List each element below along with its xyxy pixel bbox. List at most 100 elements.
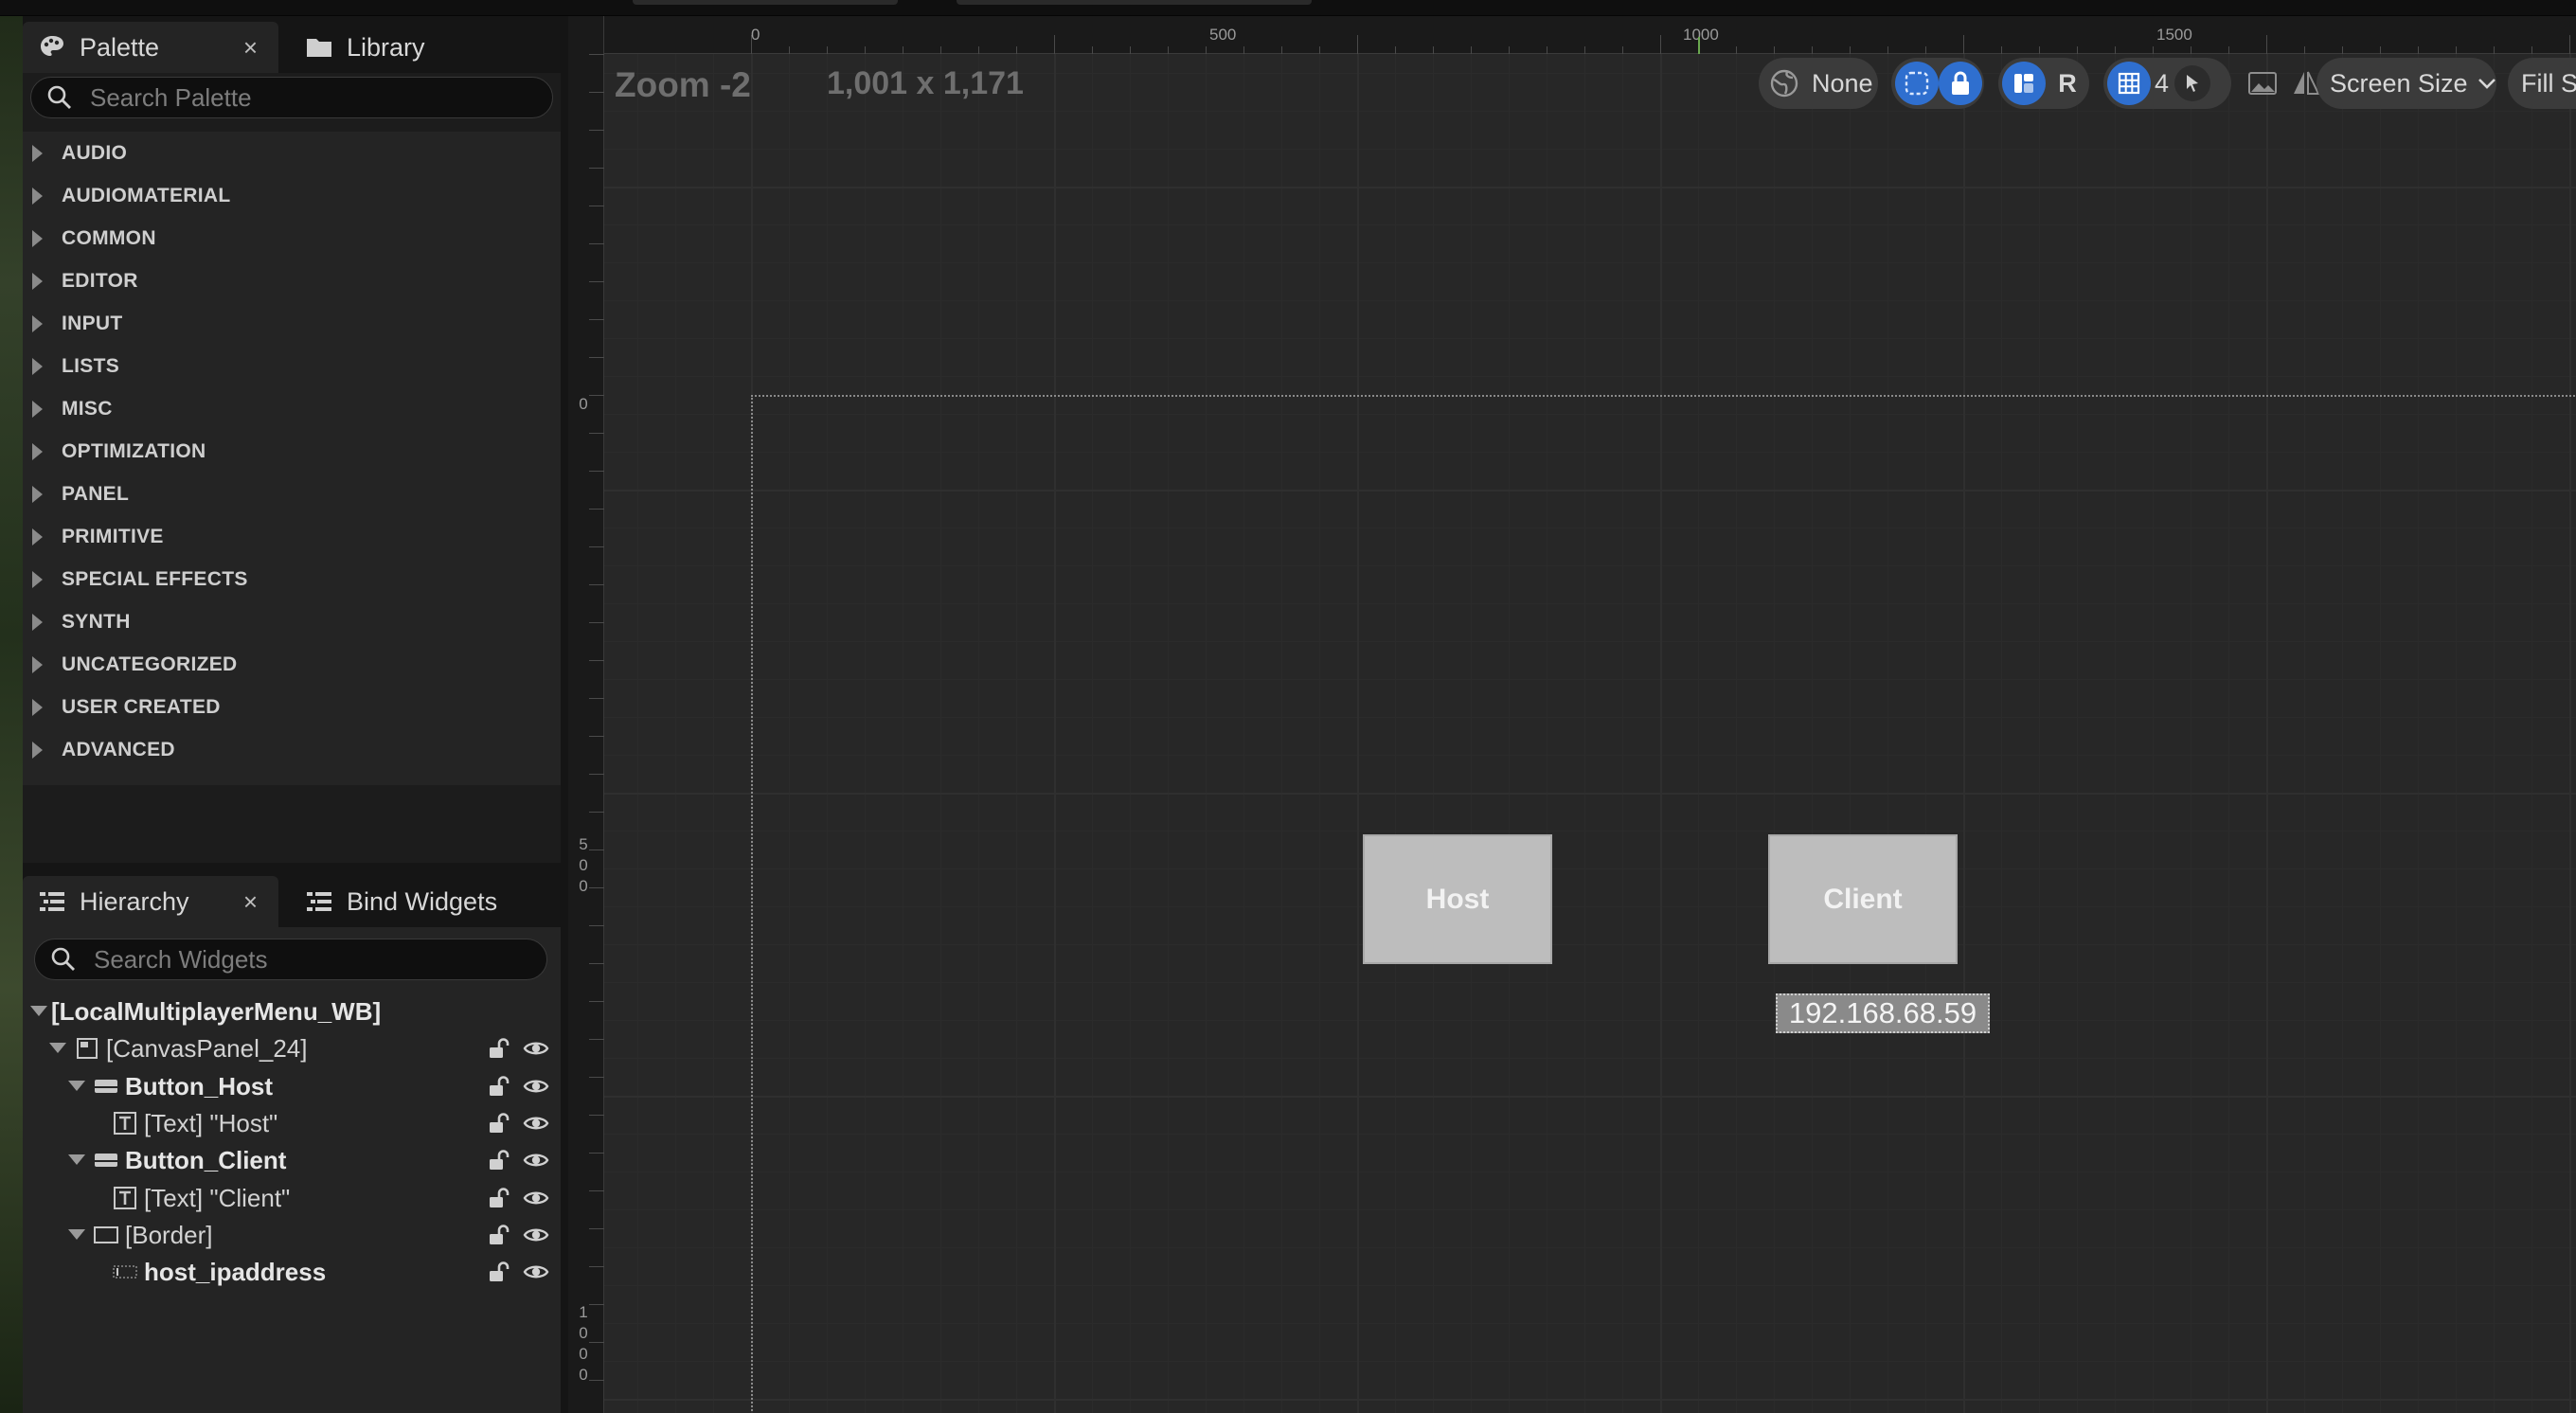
expand-arrow-icon[interactable]	[32, 229, 43, 247]
close-icon[interactable]: ×	[243, 887, 258, 917]
grid-icon[interactable]	[2107, 62, 2151, 105]
screen-size-dropdown[interactable]: Screen Size	[2317, 58, 2496, 109]
palette-category-item[interactable]: MISC	[23, 387, 561, 430]
top-tab-stub[interactable]	[633, 0, 898, 5]
expand-arrow-icon[interactable]	[49, 1043, 66, 1054]
palette-category-item[interactable]: AUDIOMATERIAL	[23, 174, 561, 217]
hierarchy-tree-row[interactable]: Button_Client	[23, 1144, 561, 1176]
hierarchy-panel: Hierarchy × Bind Widgets [LocalMultiplay…	[23, 870, 561, 1413]
ruler-tick	[589, 1077, 604, 1078]
tab-library[interactable]: Library	[290, 22, 536, 73]
hierarchy-node-label: [LocalMultiplayerMenu_WB]	[51, 997, 382, 1026]
expand-arrow-icon[interactable]	[68, 1080, 85, 1091]
ruler-tick	[1660, 35, 1661, 54]
unlock-icon[interactable]	[487, 1074, 511, 1099]
tab-bind-widgets[interactable]: Bind Widgets	[290, 876, 555, 927]
ruler-tick	[589, 963, 604, 964]
hierarchy-tree-row[interactable]: host_ipaddress	[23, 1256, 561, 1288]
lock-icon[interactable]	[1939, 62, 1982, 105]
visibility-eye-icon[interactable]	[523, 1036, 549, 1061]
palette-category-item[interactable]: UNCATEGORIZED	[23, 643, 561, 686]
widget-search-box[interactable]	[34, 939, 547, 980]
palette-category-item[interactable]: SPECIAL EFFECTS	[23, 558, 561, 600]
visibility-eye-icon[interactable]	[523, 1186, 549, 1210]
palette-search-input[interactable]	[90, 82, 507, 113]
unlock-icon[interactable]	[487, 1260, 511, 1284]
widget-search-input[interactable]	[94, 944, 510, 975]
hierarchy-tree-row[interactable]: [Text] "Client"	[23, 1182, 561, 1214]
expand-arrow-icon[interactable]	[32, 698, 43, 716]
palette-category-item[interactable]: SYNTH	[23, 600, 561, 643]
tab-palette[interactable]: Palette ×	[23, 22, 278, 73]
palette-category-item[interactable]: USER CREATED	[23, 686, 561, 728]
unlock-icon[interactable]	[487, 1148, 511, 1172]
ruler-tick	[2266, 35, 2267, 54]
visibility-eye-icon[interactable]	[523, 1111, 549, 1136]
expand-arrow-icon[interactable]	[32, 741, 43, 759]
ruler-tick	[789, 46, 790, 54]
hierarchy-tree-row[interactable]: [CanvasPanel_24]	[23, 1032, 561, 1064]
expand-arrow-icon[interactable]	[32, 314, 43, 332]
ruler-tick	[1357, 35, 1358, 54]
top-tab-stub[interactable]	[957, 0, 1312, 5]
expand-arrow-icon[interactable]	[32, 570, 43, 588]
unlock-icon[interactable]	[487, 1223, 511, 1247]
palette-search-box[interactable]	[30, 77, 553, 118]
palette-category-item[interactable]: EDITOR	[23, 259, 561, 302]
unlock-icon[interactable]	[487, 1111, 511, 1136]
expand-arrow-icon[interactable]	[32, 528, 43, 546]
expand-arrow-icon[interactable]	[32, 400, 43, 418]
image-preview-icon[interactable]	[2241, 62, 2284, 105]
ruler-tick	[589, 546, 604, 547]
expand-arrow-icon[interactable]	[32, 357, 43, 375]
respect-locks-toggle[interactable]: R	[2046, 62, 2089, 105]
hierarchy-tree-row[interactable]: [LocalMultiplayerMenu_WB]	[23, 995, 561, 1028]
hierarchy-tree-row[interactable]: Button_Host	[23, 1070, 561, 1102]
ruler-tick	[1319, 46, 1320, 54]
hierarchy-tree-row[interactable]: [Text] "Host"	[23, 1107, 561, 1139]
visibility-eye-icon[interactable]	[523, 1148, 549, 1172]
ruler-tick	[2494, 46, 2495, 54]
expand-arrow-icon[interactable]	[30, 1006, 47, 1016]
visibility-eye-icon[interactable]	[523, 1223, 549, 1247]
tab-hierarchy[interactable]: Hierarchy ×	[23, 876, 278, 927]
expand-arrow-icon[interactable]	[32, 655, 43, 673]
palette-category-item[interactable]: PANEL	[23, 473, 561, 515]
palette-category-item[interactable]: LISTS	[23, 345, 561, 387]
fill-screen-dropdown[interactable]: Fill Sc	[2508, 58, 2576, 109]
hierarchy-node-label: [Border]	[125, 1220, 213, 1249]
expand-arrow-icon[interactable]	[32, 272, 43, 290]
expand-arrow-icon[interactable]	[32, 485, 43, 503]
palette-category-item[interactable]: INPUT	[23, 302, 561, 345]
palette-category-item[interactable]: PRIMITIVE	[23, 515, 561, 558]
expand-arrow-icon[interactable]	[32, 144, 43, 162]
expand-arrow-icon[interactable]	[32, 187, 43, 205]
marquee-select-icon[interactable]	[1895, 62, 1939, 105]
palette-category-item[interactable]: ADVANCED	[23, 728, 561, 771]
palette-category-item[interactable]: OPTIMIZATION	[23, 430, 561, 473]
palette-category-item[interactable]: AUDIO	[23, 132, 561, 174]
expand-arrow-icon[interactable]	[68, 1228, 85, 1240]
designer-viewport[interactable]: 0 500 1000 1500 0 500 1000 Zoom -2 1,001 x 1,…	[568, 16, 2576, 1413]
hierarchy-tree-row[interactable]: [Border]	[23, 1219, 561, 1251]
expand-arrow-icon[interactable]	[68, 1154, 85, 1166]
close-icon[interactable]: ×	[243, 33, 258, 63]
host-button[interactable]: Host	[1363, 834, 1552, 964]
ruler-position-marker	[1698, 37, 1700, 54]
ruler-top-label: 1500	[2156, 26, 2192, 44]
visibility-eye-icon[interactable]	[523, 1074, 549, 1099]
client-button[interactable]: Client	[1768, 834, 1958, 964]
expand-arrow-icon[interactable]	[32, 613, 43, 631]
visibility-eye-icon[interactable]	[523, 1260, 549, 1284]
localization-preview-dropdown[interactable]: None	[1759, 58, 1878, 109]
cursor-select-icon[interactable]	[2174, 65, 2211, 101]
layout-panel-icon[interactable]	[2002, 62, 2046, 105]
ruler-tick	[589, 433, 604, 434]
editable-text-icon	[112, 1260, 138, 1284]
host-ip-address-field[interactable]: 192.168.68.59	[1776, 993, 1990, 1033]
expand-arrow-icon[interactable]	[32, 442, 43, 460]
grid-snap-value[interactable]: 4	[2155, 69, 2169, 98]
unlock-icon[interactable]	[487, 1186, 511, 1210]
unlock-icon[interactable]	[487, 1036, 511, 1061]
palette-category-item[interactable]: COMMON	[23, 217, 561, 259]
